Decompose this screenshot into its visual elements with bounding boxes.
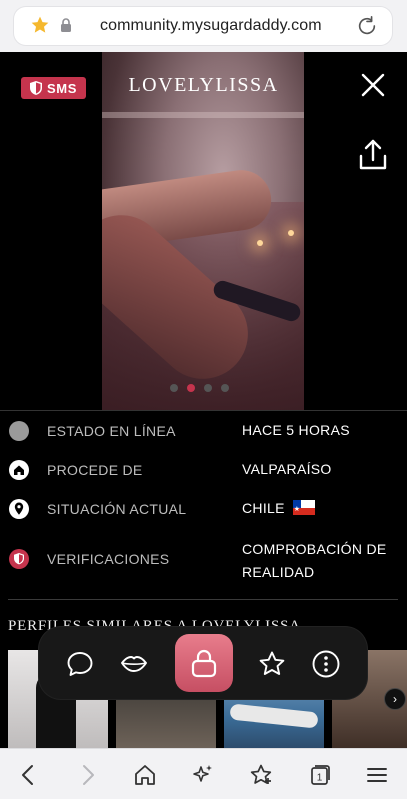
menu-icon[interactable] [365,763,389,787]
profile-name: LOVELYLISSA [128,74,279,96]
status-dot-icon [9,421,29,441]
home-icon [9,460,29,480]
location-pin-icon [9,499,29,519]
browser-toolbar: 1 [0,748,407,799]
chevron-right-icon[interactable]: › [384,688,406,710]
carousel-indicator [170,384,229,392]
info-label: VERIFICACIONES [47,551,170,567]
close-icon[interactable] [360,72,386,98]
profile-photo-area: SMS LOVELYLISSA [0,52,407,410]
profile-info-table [0,410,407,411]
forward-icon[interactable] [76,763,100,787]
reload-icon[interactable] [356,15,378,37]
info-label: ESTADO EN LÍNEA [47,423,176,439]
info-value: CHILE [242,497,315,521]
info-label: PROCEDE DE [47,462,143,478]
info-label: SITUACIÓN ACTUAL [47,501,187,517]
favorite-star-icon[interactable] [30,15,50,35]
carousel-dot-active[interactable] [187,384,195,392]
carousel-dot[interactable] [204,384,212,392]
favorites-star-icon[interactable] [249,763,273,787]
chile-flag-icon [292,498,315,521]
profile-photo[interactable] [102,52,304,410]
lock-icon [191,649,217,678]
more-icon[interactable] [311,649,341,679]
kiss-icon[interactable] [119,649,149,679]
carousel-dot[interactable] [170,384,178,392]
chat-icon[interactable] [65,649,95,679]
browser-address-bar: community.mysugardaddy.com [0,0,407,52]
carousel-dot[interactable] [221,384,229,392]
tab-count: 1 [317,773,323,784]
private-photos-button[interactable] [175,634,233,692]
home-icon[interactable] [133,763,157,787]
info-value: COMPROBACIÓN DE REALIDAD [242,541,387,580]
tabs-icon[interactable]: 1 [307,763,331,787]
back-icon[interactable] [16,763,40,787]
ai-sparkle-icon[interactable] [191,763,215,787]
divider [8,599,398,600]
url-field[interactable]: community.mysugardaddy.com [14,7,392,45]
share-icon[interactable] [357,138,389,172]
info-value: VALPARAÍSO [242,461,332,477]
profile-action-bar [39,627,367,699]
info-value: HACE 5 HORAS [242,422,350,438]
url-text: community.mysugardaddy.com [100,17,322,34]
star-icon[interactable] [257,649,287,679]
lock-icon [61,18,71,32]
shield-icon [9,549,29,569]
